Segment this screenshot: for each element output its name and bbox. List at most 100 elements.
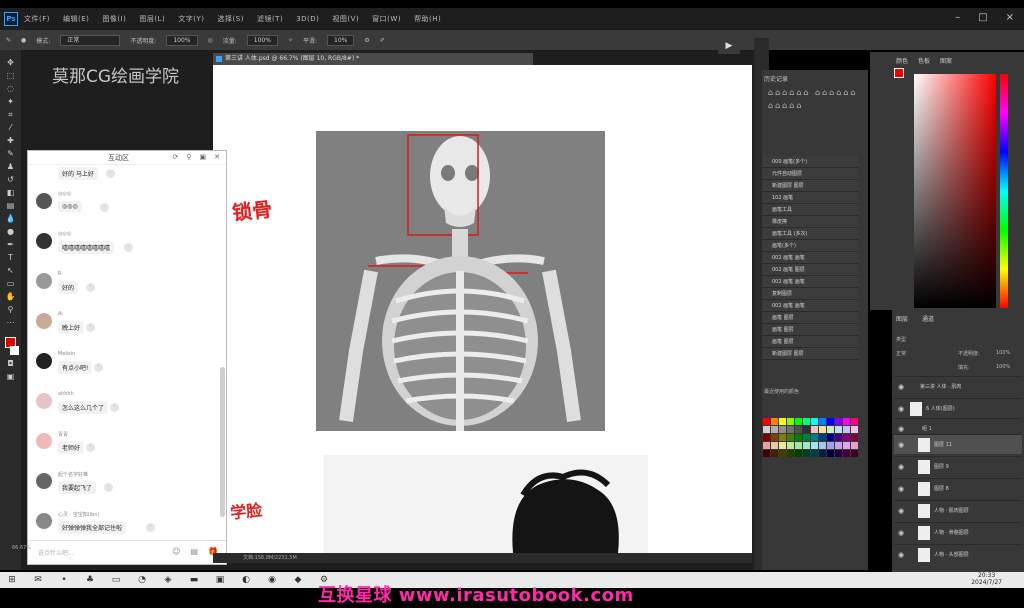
blur-tool-icon[interactable]: 💧 (5, 214, 17, 223)
layer-row[interactable]: ◉ 人物 · 肌肉图层 (894, 500, 1022, 520)
settings-gear-icon[interactable]: ⚙ (364, 37, 369, 44)
folder-taskbar-icon[interactable]: ▬ (188, 574, 200, 586)
flow-field[interactable]: 100% (246, 34, 278, 46)
pressure-opacity-icon[interactable]: ◎ (208, 37, 213, 44)
stamp-tool-icon[interactable]: ♟ (5, 162, 17, 171)
lasso-tool-icon[interactable]: ◌ (5, 84, 17, 93)
minimize-button[interactable]: – (955, 12, 960, 23)
color-swatch[interactable] (795, 418, 802, 425)
eye-icon[interactable]: ◉ (898, 463, 904, 471)
color-swatch[interactable] (811, 450, 818, 457)
history-item[interactable]: 新建图层 图层 (762, 348, 858, 360)
dot-icon[interactable]: • (58, 574, 70, 586)
color-swatch[interactable] (779, 434, 786, 441)
history-item[interactable]: 002 画笔 画笔 (762, 252, 858, 264)
edge-icon[interactable]: ◔ (136, 574, 148, 586)
opacity-field[interactable]: 100% (166, 34, 198, 46)
menu-file[interactable]: 文件(F) (24, 14, 50, 24)
qq-icon[interactable]: ♣ (84, 574, 96, 586)
color-swatch[interactable] (827, 418, 834, 425)
color-swatch[interactable] (803, 426, 810, 433)
menu-edit[interactable]: 编辑(E) (63, 14, 89, 24)
healing-tool-icon[interactable]: ✚ (5, 136, 17, 145)
color-swatch[interactable] (771, 434, 778, 441)
color-swatch[interactable] (803, 418, 810, 425)
like-icon[interactable]: ◦ (104, 483, 113, 492)
browser-icon[interactable]: ◐ (240, 574, 252, 586)
color-swatch[interactable] (763, 418, 770, 425)
shape-tool-icon[interactable]: ▭ (5, 279, 17, 288)
color-swatch[interactable] (819, 434, 826, 441)
color-swatch[interactable] (763, 442, 770, 449)
pin-icon[interactable]: ⚲ (186, 153, 191, 161)
color-swatch[interactable] (851, 426, 858, 433)
color-swatch[interactable] (795, 434, 802, 441)
clock[interactable]: 20:33 2024/7/27 (971, 572, 1002, 586)
color-swatch[interactable] (763, 434, 770, 441)
document-tab[interactable]: 第三讲 人体.psd @ 66.7% (图层 10, RGB/8#) * (213, 53, 533, 65)
color-swatch[interactable] (851, 442, 858, 449)
color-swatch[interactable] (811, 442, 818, 449)
color-swatch[interactable] (843, 418, 850, 425)
panel-tool-icons[interactable]: ⌂⌂⌂⌂⌂⌂ ⌂⌂⌂⌂⌂⌂ ⌂⌂⌂⌂⌂ (768, 86, 858, 112)
close-button[interactable]: × (1006, 12, 1014, 23)
color-swatch[interactable] (835, 418, 842, 425)
eye-icon[interactable]: ◉ (898, 507, 904, 515)
menu-image[interactable]: 图像(I) (102, 14, 126, 24)
layer-row[interactable]: ◉ 人物 · 头部图层 (894, 544, 1022, 564)
menu-view[interactable]: 视图(V) (332, 14, 359, 24)
color-swatch[interactable] (843, 434, 850, 441)
color-swatch[interactable] (835, 434, 842, 441)
pen-tool-icon[interactable]: ✒ (5, 240, 17, 249)
color-swatch[interactable] (811, 418, 818, 425)
like-icon[interactable]: ◦ (100, 203, 109, 212)
menu-select[interactable]: 选择(S) (218, 14, 244, 24)
color-swatch[interactable] (819, 442, 826, 449)
screen-mode-icon[interactable]: ▣ (5, 372, 17, 381)
layer-row[interactable]: ◉ 6 人体(图层) (894, 398, 1022, 418)
zoom-tool-icon[interactable]: ⚲ (5, 305, 17, 314)
like-icon[interactable]: ◦ (124, 243, 133, 252)
color-swatch[interactable] (827, 450, 834, 457)
color-swatch[interactable] (835, 426, 842, 433)
color-swatch[interactable] (787, 434, 794, 441)
like-icon[interactable]: ◦ (106, 169, 115, 178)
layer-opacity-field[interactable]: 100% (996, 350, 1010, 356)
menu-layer[interactable]: 图层(L) (139, 14, 165, 24)
menu-filter[interactable]: 滤镜(T) (257, 14, 283, 24)
color-swatch[interactable] (795, 450, 802, 457)
like-icon[interactable]: ◦ (86, 443, 95, 452)
layer-row[interactable]: ◉ 图层 8 (894, 478, 1022, 498)
color-swatch[interactable] (827, 426, 834, 433)
history-item[interactable]: 画笔工具 (多次) (762, 228, 858, 240)
window-icon[interactable]: ▣ (200, 153, 207, 161)
tab-layers[interactable]: 图层 (896, 314, 908, 323)
like-icon[interactable]: ◦ (146, 523, 155, 532)
tab-channels[interactable]: 通道 (922, 314, 934, 323)
quick-select-tool-icon[interactable]: ✦ (5, 97, 17, 106)
chat-close-icon[interactable]: ✕ (214, 153, 220, 161)
color-swatch[interactable] (787, 418, 794, 425)
smooth-field[interactable]: 10% (327, 34, 355, 46)
menu-type[interactable]: 文字(Y) (178, 14, 204, 24)
airbrush-icon[interactable]: ✧ (288, 37, 293, 44)
eye-icon[interactable]: ◉ (898, 551, 904, 559)
start-icon[interactable]: ⊞ (6, 574, 18, 586)
brush-tool-icon[interactable]: ✎ (5, 149, 17, 158)
menu-window[interactable]: 窗口(W) (372, 14, 401, 24)
color-swatch[interactable] (843, 442, 850, 449)
menu-3d[interactable]: 3D(D) (296, 15, 319, 23)
marquee-tool-icon[interactable]: ⬚ (5, 71, 17, 80)
history-item[interactable]: 000 画笔(多个) (762, 156, 858, 168)
color-swatch[interactable] (811, 426, 818, 433)
color-swatch[interactable] (835, 442, 842, 449)
dodge-tool-icon[interactable]: ● (5, 227, 17, 236)
eye-icon[interactable]: ◉ (898, 441, 904, 449)
color-swatch[interactable] (771, 426, 778, 433)
color-swatch[interactable] (771, 450, 778, 457)
history-item[interactable]: 002 画笔 图层 (762, 264, 858, 276)
like-icon[interactable]: ◦ (86, 323, 95, 332)
color-swatch[interactable] (795, 442, 802, 449)
blend-mode-select[interactable]: 正常 (896, 350, 906, 357)
color-swatch[interactable] (771, 442, 778, 449)
